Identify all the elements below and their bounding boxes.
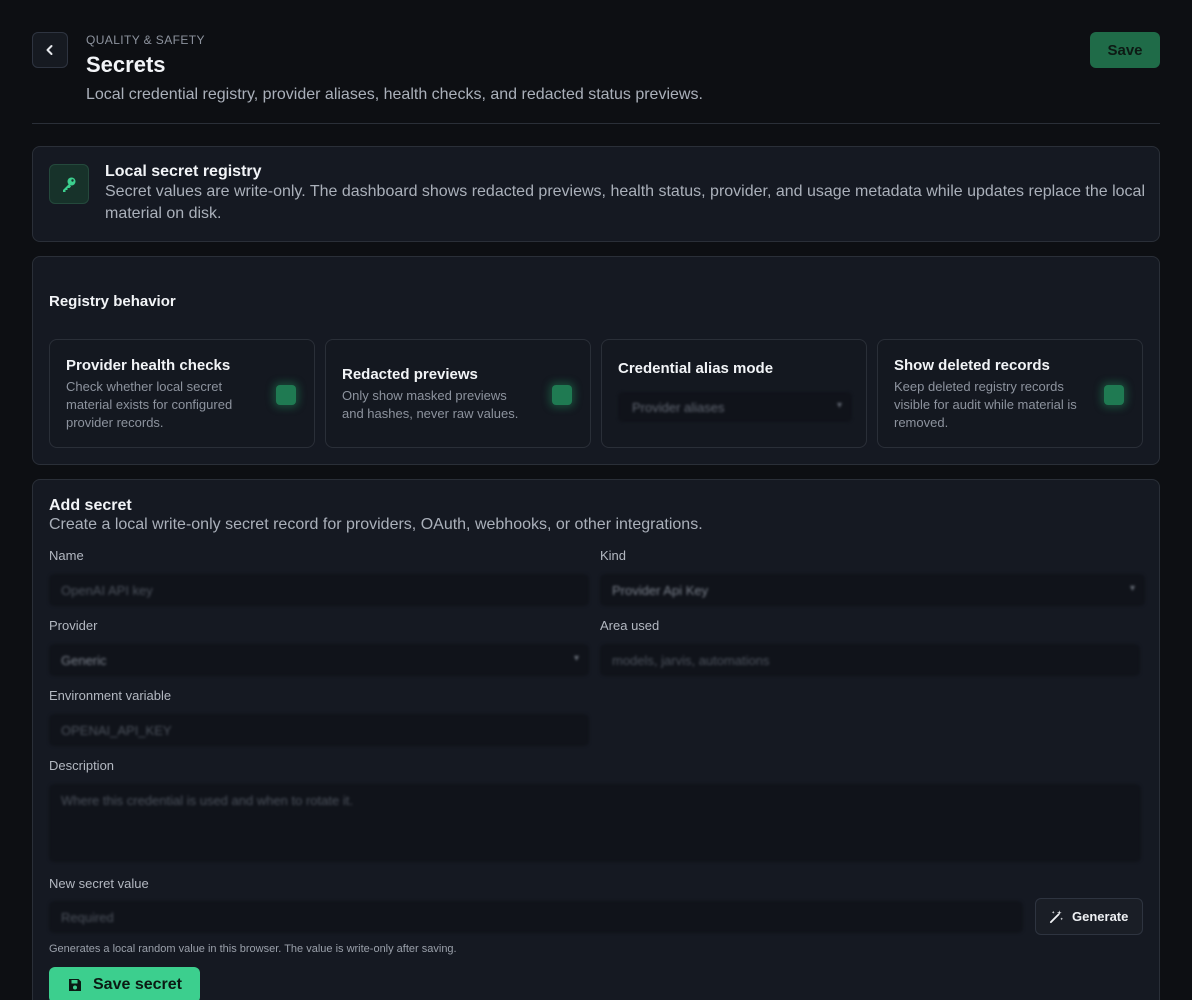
page-header: QUALITY & SAFETY Secrets Local credentia…	[32, 0, 1160, 124]
key-icon	[49, 164, 89, 204]
save-secret-label: Save secret	[93, 976, 182, 993]
option-description: Check whether local secret material exis…	[66, 379, 233, 430]
redacted-previews-toggle[interactable]	[552, 385, 572, 405]
chevron-down-icon: ▾	[836, 400, 842, 411]
provider-health-checks-toggle[interactable]	[276, 385, 296, 405]
option-description: Keep deleted registry records visible fo…	[894, 379, 1077, 430]
provider-select[interactable]: Generic ▾	[49, 644, 589, 676]
option-title: Show deleted records	[894, 357, 1050, 374]
provider-label: Provider	[49, 618, 98, 633]
chevron-down-icon: ▾	[573, 653, 579, 664]
kind-select[interactable]: Provider Api Key ▾	[600, 574, 1145, 606]
provider-value: Generic	[61, 653, 107, 668]
save-secret-button[interactable]: Save secret	[49, 967, 200, 1000]
option-redacted-previews: Redacted previews Only show masked previ…	[325, 339, 591, 448]
secret-value-label: New secret value	[49, 876, 149, 891]
page-title: Secrets	[86, 52, 166, 77]
add-secret-title: Add secret	[49, 497, 132, 514]
option-title: Provider health checks	[66, 357, 231, 374]
generate-button[interactable]: Generate	[1035, 898, 1143, 935]
chevron-left-icon	[46, 45, 53, 55]
option-title: Credential alias mode	[618, 360, 774, 377]
back-button[interactable]	[32, 32, 68, 68]
chevron-down-icon: ▾	[1129, 583, 1135, 594]
save-button[interactable]: Save	[1090, 32, 1160, 68]
registry-title: Registry behavior	[49, 293, 176, 310]
name-input[interactable]: OpenAI API key	[49, 574, 589, 606]
option-title: Redacted previews	[342, 366, 478, 383]
name-label: Name	[49, 548, 84, 563]
helper-text: Generates a local random value in this b…	[49, 943, 457, 955]
magic-wand-icon	[1049, 910, 1064, 924]
alias-mode-value: Provider aliases	[632, 400, 725, 415]
option-credential-alias-mode: Credential alias mode Provider aliases ▾	[601, 339, 867, 448]
description-label: Description	[49, 758, 115, 773]
description-textarea[interactable]: Where this credential is used and when t…	[49, 784, 1141, 862]
secrets-page: QUALITY & SAFETY Secrets Local credentia…	[0, 0, 1192, 1000]
page-subtitle: Local credential registry, provider alia…	[86, 86, 703, 103]
area-used-label: Area used	[600, 618, 660, 633]
info-text: Secret values are write-only. The dashbo…	[105, 183, 1146, 222]
kind-label: Kind	[600, 548, 627, 563]
generate-label: Generate	[1072, 909, 1129, 924]
secret-value-input[interactable]: Required	[49, 901, 1023, 933]
breadcrumb: QUALITY & SAFETY	[86, 33, 205, 47]
registry-behavior-card: Registry behavior Provider health checks…	[32, 256, 1160, 465]
add-secret-subtitle: Create a local write-only secret record …	[49, 516, 703, 533]
info-card: Local secret registry Secret values are …	[32, 146, 1160, 242]
option-show-deleted-records: Show deleted records Keep deleted regist…	[877, 339, 1143, 448]
floppy-disk-icon	[69, 979, 81, 991]
kind-value: Provider Api Key	[612, 583, 709, 598]
add-secret-card: Add secret Create a local write-only sec…	[32, 479, 1160, 1000]
area-used-input[interactable]: models, jarvis, automations	[600, 644, 1140, 676]
option-provider-health-checks: Provider health checks Check whether loc…	[49, 339, 315, 448]
show-deleted-records-toggle[interactable]	[1104, 385, 1124, 405]
env-var-label: Environment variable	[49, 688, 172, 703]
info-title: Local secret registry	[105, 163, 262, 180]
option-description: Only show masked previews and hashes, ne…	[342, 388, 519, 421]
env-var-input[interactable]: OPENAI_API_KEY	[49, 714, 589, 746]
alias-mode-select[interactable]: Provider aliases ▾	[618, 392, 852, 422]
